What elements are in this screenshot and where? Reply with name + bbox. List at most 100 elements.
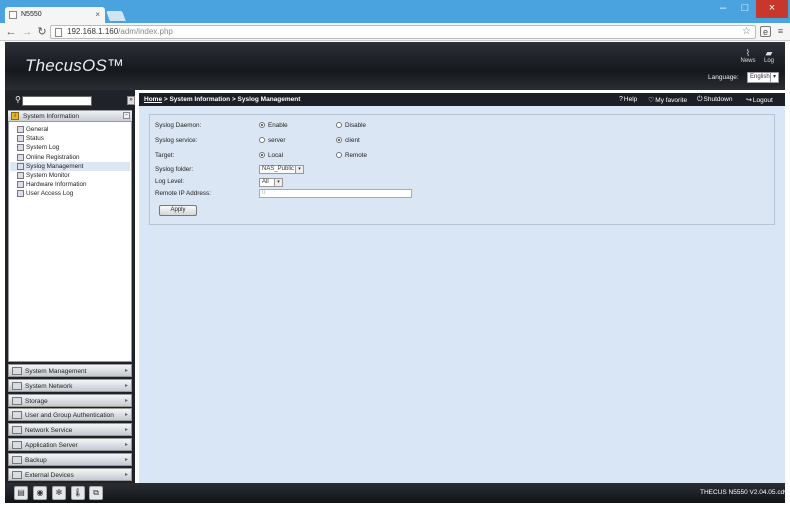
search-go-button[interactable]: »: [127, 96, 135, 105]
new-tab-button[interactable]: [106, 11, 126, 21]
group-label: Backup: [25, 456, 47, 464]
breadcrumb: Home > System Information > Syslog Manag…: [144, 96, 301, 103]
sidebar-group-network-service[interactable]: Network Service ▸: [8, 423, 132, 437]
minimize-button[interactable]: –: [712, 0, 734, 18]
log-button[interactable]: ▰ Log: [761, 48, 777, 64]
expand-icon: ▸: [124, 397, 128, 404]
shutdown-button[interactable]: ⏻Shutdown: [697, 96, 732, 104]
bottom-bar: [5, 483, 785, 503]
daemon-enable-radio[interactable]: Enable: [259, 122, 288, 129]
search-input[interactable]: [22, 96, 92, 106]
logout-icon: ↪: [746, 97, 752, 104]
chevron-down-icon: ▾: [295, 166, 303, 173]
thecus-logo: ThecusOS™: [25, 56, 125, 75]
monitor-icon[interactable]: ▤: [14, 486, 28, 500]
maximize-button[interactable]: □: [734, 0, 756, 18]
sidebar-section-system-information[interactable]: i System Information -: [8, 111, 132, 122]
group-label: User and Group Authentication: [25, 412, 114, 420]
chevron-down-icon: ▾: [274, 179, 282, 186]
power-icon: ⏻: [697, 96, 703, 103]
page-icon: [55, 28, 62, 37]
target-remote-radio[interactable]: Remote: [336, 152, 367, 159]
target-local-radio[interactable]: Local: [259, 152, 283, 159]
browser-tab[interactable]: N5550 ×: [5, 7, 105, 23]
fan-icon[interactable]: ✻: [52, 486, 66, 500]
sidebar-item-icon: [17, 181, 24, 189]
log-level-label: Log Level:: [155, 178, 185, 185]
sidebar-item-system-log[interactable]: System Log: [10, 143, 130, 152]
sidebar-item-online-registration[interactable]: Online Registration: [10, 153, 130, 162]
extension-icon[interactable]: e: [760, 26, 771, 37]
sidebar-group-application-server[interactable]: Application Server ▸: [8, 438, 132, 451]
menu-icon[interactable]: ≡: [775, 26, 786, 37]
speech-bubble-icon: ▰: [765, 48, 773, 58]
back-icon[interactable]: ←: [5, 25, 17, 39]
sidebar-group-backup[interactable]: Backup ▸: [8, 452, 132, 466]
sidebar-item-user-access-log[interactable]: User Access Log: [10, 189, 130, 198]
url-text: 192.168.1.160/adm/index.php: [67, 27, 173, 36]
sidebar-item-label: System Monitor: [26, 172, 70, 179]
collapse-icon[interactable]: -: [123, 112, 130, 119]
sidebar-item-status[interactable]: Status: [10, 134, 130, 143]
sidebar-item-system-monitor[interactable]: System Monitor: [10, 171, 130, 180]
expand-icon: ▸: [124, 412, 128, 419]
sidebar-group-storage[interactable]: Storage ▸: [8, 393, 132, 407]
temperature-icon[interactable]: 🌡: [71, 486, 85, 500]
group-icon: [12, 381, 22, 390]
my-favorite-button[interactable]: ♡My favorite: [648, 96, 687, 104]
target-label: Target:: [155, 152, 175, 159]
news-button[interactable]: ⌇ News: [739, 48, 757, 64]
group-label: External Devices: [25, 471, 74, 479]
address-bar[interactable]: 192.168.1.160/adm/index.php ☆: [50, 25, 756, 39]
expand-icon: ▸: [124, 456, 128, 463]
sidebar-item-label: Status: [26, 135, 44, 143]
sidebar-group-system-management[interactable]: System Management ▸: [8, 364, 132, 377]
group-label: System Management: [25, 368, 87, 375]
search-icon: ⚲: [15, 95, 21, 104]
tab-close-icon[interactable]: ×: [95, 10, 100, 19]
group-icon: [12, 396, 22, 405]
service-server-radio[interactable]: server: [259, 137, 286, 144]
apply-button[interactable]: Apply: [159, 205, 197, 216]
reload-icon[interactable]: ↻: [36, 25, 48, 39]
network-icon[interactable]: ⧉: [89, 486, 103, 500]
language-select[interactable]: English ▾: [747, 72, 779, 83]
breadcrumb-home-link[interactable]: Home: [144, 96, 162, 103]
sidebar-item-label: Syslog Management: [26, 162, 84, 170]
sidebar-item-label: Online Registration: [26, 153, 80, 161]
remote-ip-input[interactable]: 0: [259, 189, 412, 198]
syslog-folder-label: Syslog folder:: [155, 166, 194, 173]
forward-icon[interactable]: →: [21, 25, 33, 39]
daemon-disable-radio[interactable]: Disable: [336, 122, 366, 129]
log-level-select[interactable]: All ▾: [259, 178, 283, 187]
sidebar-item-icon: [17, 162, 24, 170]
sidebar-item-icon: [17, 135, 24, 143]
service-client-radio[interactable]: client: [336, 137, 360, 144]
bookmark-star-icon[interactable]: ☆: [742, 26, 751, 37]
sidebar-item-hardware-information[interactable]: Hardware Information: [10, 180, 130, 189]
group-icon: [12, 470, 22, 479]
language-label: Language:: [708, 74, 739, 81]
sidebar-group-external-devices[interactable]: External Devices ▸: [8, 467, 132, 481]
sidebar-group-user-and-group-authentication[interactable]: User and Group Authentication ▸: [8, 408, 132, 422]
expand-icon: ▸: [124, 368, 128, 374]
disk-icon[interactable]: ◉: [33, 486, 47, 500]
tab-title: N5550: [21, 11, 42, 18]
remote-ip-label: Remote IP Address:: [155, 190, 211, 197]
close-window-button[interactable]: ×: [756, 0, 788, 18]
sidebar-item-icon: [17, 190, 24, 198]
group-icon: [12, 367, 22, 375]
group-label: Storage: [25, 397, 48, 405]
help-button[interactable]: ?Help: [619, 96, 637, 103]
group-label: System Network: [25, 382, 73, 390]
sidebar-item-syslog-management[interactable]: Syslog Management: [10, 161, 130, 171]
sidebar-group-system-network[interactable]: System Network ▸: [8, 378, 132, 392]
sidebar-item-general[interactable]: General: [10, 125, 130, 134]
sidebar-item-label: Hardware Information: [26, 181, 87, 189]
expand-icon: ▸: [124, 442, 128, 448]
logout-button[interactable]: ↪Logout: [746, 96, 773, 104]
syslog-folder-select[interactable]: NAS_Public ▾: [259, 165, 304, 174]
sidebar-item-label: General: [26, 126, 49, 133]
sidebar-search: ⚲ »: [5, 94, 135, 108]
group-icon: [12, 441, 22, 449]
